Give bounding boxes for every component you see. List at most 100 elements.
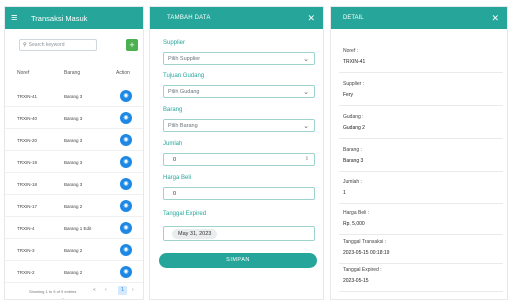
cell-barang: Barang 2 bbox=[64, 204, 83, 209]
barang-label: Barang : bbox=[343, 147, 362, 153]
view-detail-button[interactable]: ◉ bbox=[120, 244, 132, 256]
view-detail-button[interactable]: ◉ bbox=[120, 266, 132, 278]
eye-icon: ◉ bbox=[123, 93, 129, 99]
view-detail-button[interactable]: ◉ bbox=[120, 134, 132, 146]
plus-icon: + bbox=[129, 40, 135, 50]
supplier-label: Supplier : bbox=[343, 81, 365, 87]
barang-select-value: Pilih Barang bbox=[168, 122, 198, 129]
view-detail-button[interactable]: ◉ bbox=[120, 156, 132, 168]
harga-value: Rp. 5,000 bbox=[343, 221, 365, 227]
menu-icon[interactable]: ≡ bbox=[11, 12, 25, 24]
gudang-select[interactable]: Pilih Gudang ⌄ bbox=[163, 85, 315, 98]
view-detail-button[interactable]: ◉ bbox=[120, 200, 132, 212]
table-row[interactable]: TRXIN-4 Barang 1 Edit ◉ bbox=[5, 217, 143, 239]
search-input[interactable]: ⚲ Search keyword bbox=[19, 39, 97, 51]
tanggal-expired-label: Tanggal Expired : bbox=[343, 267, 382, 273]
jumlah-value: 0 bbox=[173, 156, 177, 163]
cell-noref: TRXIN-2 bbox=[17, 270, 35, 275]
eye-icon: ◉ bbox=[123, 225, 129, 231]
entries-info: Showing 1 to 9 of 9 entries bbox=[29, 289, 77, 294]
form-title: TAMBAH DATA bbox=[167, 15, 211, 21]
table-row[interactable]: TRXIN-19 Barang 3 ◉ bbox=[5, 151, 143, 173]
cell-noref: TRXIN-41 bbox=[17, 94, 38, 99]
divider bbox=[339, 171, 503, 172]
eye-icon: ◉ bbox=[123, 137, 129, 143]
table-row[interactable]: TRXIN-18 Barang 3 ◉ bbox=[5, 173, 143, 195]
cell-barang: Barang 3 bbox=[64, 182, 83, 187]
jumlah-label: Jumlah : bbox=[343, 179, 362, 185]
col-header-noref: Noref bbox=[17, 70, 30, 76]
view-detail-button[interactable]: ◉ bbox=[120, 112, 132, 124]
col-header-action: Action bbox=[116, 70, 130, 76]
col-header-barang: Barang bbox=[64, 70, 81, 76]
supplier-label: Supplier bbox=[163, 40, 186, 46]
divider bbox=[339, 138, 503, 139]
table-row[interactable]: TRXIN-2 Barang 2 ◉ bbox=[5, 261, 143, 283]
eye-icon: ◉ bbox=[123, 247, 129, 253]
save-button[interactable]: SIMPAN bbox=[159, 253, 317, 268]
form-header: TAMBAH DATA ✕ bbox=[150, 7, 323, 29]
jumlah-input[interactable]: 0 ⇕ bbox=[163, 153, 315, 166]
tanggal-transaksi-label: Tanggal Transaksi : bbox=[343, 239, 387, 245]
eye-icon: ◉ bbox=[123, 115, 129, 121]
stepper-icon[interactable]: ⇕ bbox=[305, 156, 309, 162]
jumlah-value: 1 bbox=[343, 190, 346, 196]
cell-barang: Barang 3 bbox=[64, 94, 83, 99]
table-row[interactable]: TRXIN-41 Barang 3 ◉ bbox=[5, 85, 143, 107]
gudang-select-value: Pilih Gudang bbox=[168, 88, 200, 95]
tanggal-expired-value: 2023-05-15 bbox=[343, 278, 369, 284]
supplier-select-value: Pilih Supplier bbox=[168, 55, 201, 62]
cell-noref: TRXIN-40 bbox=[17, 116, 38, 121]
expired-date-chip[interactable]: May 31, 2023 bbox=[172, 229, 218, 239]
noref-value: TRXIN-41 bbox=[343, 59, 366, 65]
barang-select[interactable]: Pilih Barang ⌄ bbox=[163, 119, 315, 132]
table-row[interactable]: TRXIN-17 Barang 2 ◉ bbox=[5, 195, 143, 217]
divider bbox=[339, 263, 503, 264]
chevron-down-icon: ⌄ bbox=[303, 123, 309, 130]
supplier-value: Fery bbox=[343, 92, 353, 98]
eye-icon: ◉ bbox=[123, 181, 129, 187]
eye-icon: ◉ bbox=[123, 269, 129, 275]
view-detail-button[interactable]: ◉ bbox=[120, 178, 132, 190]
harga-input[interactable]: 0 bbox=[163, 187, 315, 200]
cell-noref: TRXIN-20 bbox=[17, 138, 38, 143]
search-icon: ⚲ bbox=[23, 42, 27, 48]
chevron-down-icon: ⌄ bbox=[303, 56, 309, 63]
form-panel: TAMBAH DATA ✕ Supplier Pilih Supplier ⌄ … bbox=[149, 6, 324, 300]
eye-icon: ◉ bbox=[123, 159, 129, 165]
harga-label: Harga Beli : bbox=[343, 210, 370, 216]
close-icon[interactable]: ✕ bbox=[491, 13, 499, 24]
eye-icon: ◉ bbox=[123, 203, 129, 209]
list-header: ≡ Transaksi Masuk bbox=[5, 7, 143, 29]
table-row[interactable]: TRXIN-40 Barang 3 ◉ bbox=[5, 107, 143, 129]
gudang-label: Tujuan Gudang bbox=[163, 73, 205, 79]
table-row[interactable]: TRXIN-20 Barang 3 ◉ bbox=[5, 129, 143, 151]
table-row[interactable]: TRXIN-3 Barang 2 ◉ bbox=[5, 239, 143, 261]
cell-barang: Barang 3 bbox=[64, 160, 83, 165]
gudang-label: Gudang : bbox=[343, 114, 364, 120]
page-current[interactable]: 1 bbox=[118, 286, 127, 295]
detail-header: DETAIL ✕ bbox=[331, 7, 507, 29]
cell-barang: Barang 3 bbox=[64, 138, 83, 143]
close-icon[interactable]: ✕ bbox=[307, 13, 315, 24]
expired-date-input[interactable]: May 31, 2023 bbox=[163, 226, 315, 241]
list-title: Transaksi Masuk bbox=[31, 13, 88, 23]
prev-page-icon[interactable]: ‹ bbox=[105, 287, 107, 293]
divider bbox=[339, 72, 503, 73]
harga-value: 0 bbox=[173, 190, 177, 197]
cell-noref: TRXIN-17 bbox=[17, 204, 38, 209]
cell-noref: TRXIN-18 bbox=[17, 182, 38, 187]
add-button[interactable]: + bbox=[126, 39, 138, 51]
supplier-select[interactable]: Pilih Supplier ⌄ bbox=[163, 52, 315, 65]
view-detail-button[interactable]: ◉ bbox=[120, 90, 132, 102]
tanggal-transaksi-value: 2023-05-15 00:18:19 bbox=[343, 250, 390, 256]
view-detail-button[interactable]: ◉ bbox=[120, 222, 132, 234]
chevron-down-icon: ⌄ bbox=[303, 89, 309, 96]
cell-barang: Barang 1 Edit bbox=[64, 226, 92, 231]
divider bbox=[339, 291, 503, 292]
harga-label: Harga Beli bbox=[163, 175, 192, 181]
first-page-icon[interactable]: « bbox=[93, 287, 96, 293]
app-root: ≡ Transaksi Masuk ⚲ Search keyword + Nor… bbox=[0, 0, 508, 300]
cell-noref: TRXIN-4 bbox=[17, 226, 35, 231]
next-page-icon[interactable]: › bbox=[132, 287, 134, 293]
